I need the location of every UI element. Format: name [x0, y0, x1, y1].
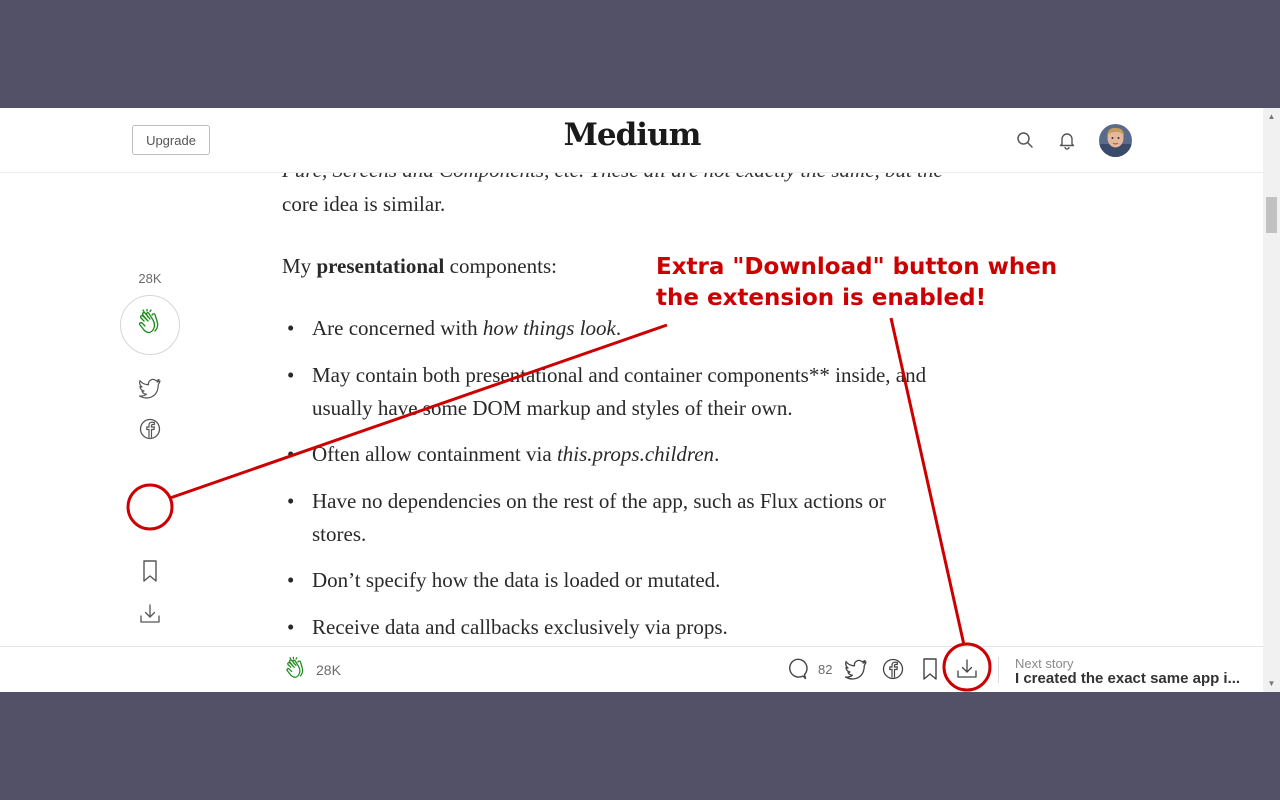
scrollbar-thumb[interactable] — [1266, 197, 1277, 233]
bottom-action-bar: 28K 82 Next story I created the exact sa… — [0, 646, 1263, 692]
clap-icon[interactable] — [283, 656, 309, 682]
vertical-scrollbar[interactable]: ▲ ▼ — [1263, 108, 1280, 692]
search-icon[interactable] — [1015, 130, 1035, 150]
bookmark-icon[interactable] — [917, 656, 943, 682]
upgrade-button[interactable]: Upgrade — [132, 125, 210, 155]
download-icon[interactable] — [954, 656, 980, 682]
next-story-title[interactable]: I created the exact same app i... — [1015, 670, 1247, 687]
facebook-icon[interactable] — [880, 656, 906, 682]
clap-count: 28K — [316, 662, 341, 678]
divider — [998, 657, 999, 683]
facebook-icon[interactable] — [137, 516, 163, 542]
annotation-line: the extension is enabled! — [656, 285, 987, 311]
comment-icon[interactable] — [783, 656, 809, 682]
twitter-icon[interactable] — [137, 375, 163, 401]
user-avatar[interactable] — [1099, 124, 1132, 157]
clap-count: 28K — [138, 271, 162, 286]
paragraph: core idea is similar. — [282, 192, 446, 216]
comment-count: 82 — [818, 662, 833, 677]
scroll-up-arrow-icon[interactable]: ▲ — [1263, 108, 1280, 125]
bell-icon[interactable] — [1057, 130, 1077, 150]
bookmark-icon[interactable] — [137, 558, 163, 584]
next-story-label: Next story — [1015, 656, 1074, 671]
top-header: Upgrade Medium — [0, 108, 1263, 173]
medium-logo[interactable]: Medium — [548, 117, 716, 153]
clap-button[interactable] — [120, 295, 180, 355]
scroll-down-arrow-icon[interactable]: ▼ — [1263, 675, 1280, 692]
facebook-icon[interactable] — [137, 416, 163, 442]
download-icon[interactable] — [137, 601, 163, 627]
annotation-caption: Extra "Download" button when the extensi… — [656, 252, 1057, 314]
bold-term: presentational — [316, 254, 445, 278]
clap-icon — [135, 308, 165, 343]
annotation-line: Extra "Download" button when — [656, 254, 1058, 280]
paragraph-heading: My presentational components: — [282, 254, 557, 278]
browser-viewport: Upgrade Medium Pure, Screens and Compone… — [0, 108, 1280, 692]
twitter-icon[interactable] — [843, 656, 869, 682]
